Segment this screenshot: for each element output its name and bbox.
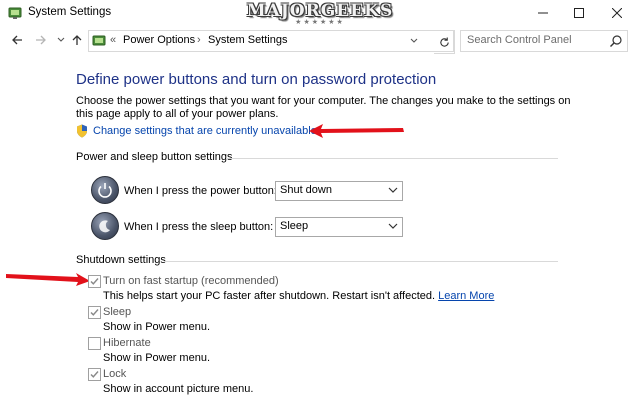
red-arrow-icon xyxy=(309,124,404,138)
learn-more-link[interactable]: Learn More xyxy=(438,290,494,302)
hibernate-description: Show in Power menu. xyxy=(103,352,210,364)
refresh-icon xyxy=(439,36,449,47)
checkmark-icon xyxy=(90,309,99,316)
breadcrumb-system-settings[interactable]: System Settings xyxy=(208,34,287,46)
checkmark-icon xyxy=(90,278,99,285)
hibernate-label: Hibernate xyxy=(103,337,151,349)
power-section-title: Power and sleep button settings xyxy=(76,151,233,163)
up-arrow-icon xyxy=(72,35,82,45)
search-input[interactable]: Search Control Panel xyxy=(467,34,572,46)
power-options-app-icon xyxy=(8,7,22,19)
minimize-icon xyxy=(538,12,548,14)
back-button[interactable] xyxy=(8,31,26,49)
back-arrow-icon xyxy=(12,35,22,45)
annotation-arrow xyxy=(307,122,407,140)
up-button[interactable] xyxy=(68,31,86,49)
red-arrow-icon xyxy=(6,273,90,286)
close-icon xyxy=(612,8,622,18)
maximize-icon xyxy=(574,8,584,18)
section-divider xyxy=(226,158,558,159)
hibernate-checkbox[interactable] xyxy=(88,337,101,350)
window-title: System Settings xyxy=(28,6,112,18)
fast-startup-desc-text: This helps start your PC faster after sh… xyxy=(103,290,436,302)
sleep-button-value: Sleep xyxy=(280,220,309,232)
forward-button[interactable] xyxy=(32,31,50,49)
sleep-button-dropdown[interactable]: Sleep xyxy=(275,217,403,237)
power-button-value: Shut down xyxy=(280,184,332,196)
fast-startup-checkbox[interactable] xyxy=(88,275,101,288)
chevron-down-icon xyxy=(388,223,398,229)
close-button[interactable] xyxy=(594,0,640,26)
page-title: Define power buttons and turn on passwor… xyxy=(76,71,437,88)
annotation-arrow xyxy=(4,270,92,288)
sleep-button-icon xyxy=(91,212,119,240)
search-box[interactable]: Search Control Panel xyxy=(460,30,628,52)
forward-arrow-icon xyxy=(36,35,46,45)
breadcrumb-separator[interactable]: › xyxy=(197,34,201,46)
chevron-down-icon xyxy=(388,187,398,193)
power-button-dropdown[interactable]: Shut down xyxy=(275,181,403,201)
refresh-button[interactable] xyxy=(434,30,455,54)
watermark: MAJORGEEKS ★★★★★★ xyxy=(220,1,420,26)
address-overflow-chevron[interactable]: « xyxy=(110,34,116,46)
power-button-label: When I press the power button: xyxy=(124,185,277,197)
power-button-icon xyxy=(91,176,119,204)
lock-description: Show in account picture menu. xyxy=(103,383,254,395)
intro-text: Choose the power settings that you want … xyxy=(76,95,571,120)
chevron-down-icon xyxy=(57,37,65,42)
lock-checkbox[interactable] xyxy=(88,368,101,381)
address-bar[interactable]: « Power Options › System Settings xyxy=(88,30,454,52)
uac-shield-icon xyxy=(77,124,87,138)
control-panel-icon xyxy=(92,35,106,46)
sleep-label: Sleep xyxy=(103,306,132,318)
search-icon[interactable] xyxy=(609,34,623,48)
title-bar: System Settings MAJORGEEKS ★★★★★★ xyxy=(0,0,640,26)
section-divider xyxy=(164,261,558,262)
fast-startup-label: Turn on fast startup (recommended) xyxy=(103,275,279,287)
sleep-description: Show in Power menu. xyxy=(103,321,210,333)
sleep-checkbox[interactable] xyxy=(88,306,101,319)
fast-startup-description: This helps start your PC faster after sh… xyxy=(103,290,494,302)
checkmark-icon xyxy=(90,371,99,378)
shutdown-section-title: Shutdown settings xyxy=(76,254,166,266)
chevron-down-icon xyxy=(410,38,418,43)
address-dropdown-button[interactable] xyxy=(407,33,421,49)
change-settings-link[interactable]: Change settings that are currently unava… xyxy=(93,125,317,137)
breadcrumb-power-options[interactable]: Power Options xyxy=(123,34,195,46)
sleep-button-label: When I press the sleep button: xyxy=(124,221,274,233)
lock-label: Lock xyxy=(103,368,127,380)
